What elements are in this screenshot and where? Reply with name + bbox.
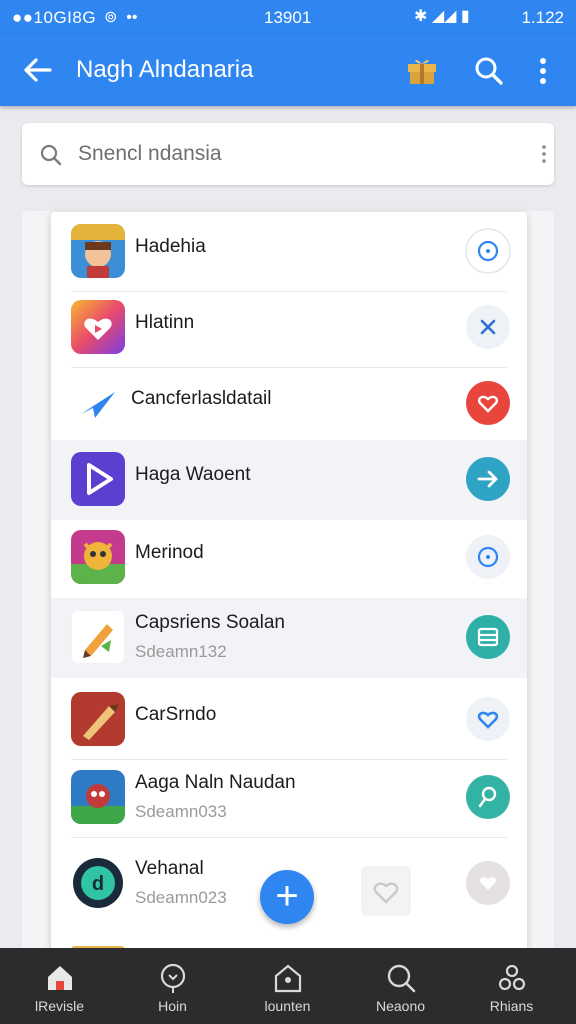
- app-subtitle: Sdeamn023: [135, 888, 227, 907]
- location-pin-icon: [160, 963, 186, 993]
- search-bar: [22, 123, 554, 185]
- heart-badge-icon[interactable]: [465, 380, 511, 426]
- people-icon: [498, 964, 526, 991]
- app-list: Hadehia Hlatinn Cancferlasldatail Haga W…: [51, 212, 527, 952]
- pin-icon[interactable]: [465, 774, 511, 820]
- tab-lounten[interactable]: lounten: [230, 948, 345, 1024]
- tab-label: Hoin: [158, 998, 187, 1014]
- status-circle-icon[interactable]: [465, 228, 511, 274]
- app-subtitle: Sdeamn132: [135, 642, 227, 661]
- app-bar: Nagh Alndanaria: [0, 34, 576, 106]
- status-battery-text: 1.122: [521, 8, 564, 27]
- app-name: Capsriens Soalan: [135, 612, 285, 633]
- tab-rhians[interactable]: Rhians: [454, 948, 569, 1024]
- app-name: Aaga Naln Naudan: [135, 772, 296, 793]
- list-item[interactable]: Aaga Naln Naudan Sdeamn033: [51, 758, 527, 838]
- close-icon[interactable]: [465, 304, 511, 350]
- status-left-text: ●●10GI8G: [12, 8, 97, 27]
- list-item[interactable]: Merinod: [51, 518, 527, 598]
- pen-icon: [71, 692, 125, 746]
- tab-neaono[interactable]: Neaono: [343, 948, 458, 1024]
- search-field-icon: [40, 144, 62, 166]
- app-name: Vehanal: [135, 858, 204, 879]
- heart-play-icon: [71, 300, 125, 354]
- search-options-icon[interactable]: [536, 141, 552, 167]
- home-icon: [48, 966, 72, 990]
- tab-label: lounten: [264, 998, 311, 1014]
- add-button[interactable]: +: [260, 870, 314, 924]
- game-hero-icon: [71, 770, 125, 824]
- pencil-tool-icon: [71, 610, 125, 664]
- play-triangle-icon: [71, 452, 125, 506]
- list-item[interactable]: Hlatinn: [51, 288, 527, 368]
- home-outline-icon: [274, 964, 302, 993]
- heart-outline-icon[interactable]: [465, 696, 511, 742]
- placeholder-heart-icon: [361, 866, 411, 916]
- list-icon[interactable]: [465, 614, 511, 660]
- game-character-icon: [71, 224, 125, 278]
- app-name: Merinod: [135, 542, 204, 563]
- bottom-nav: lRevisle Hoin lounten Neaono Rhians: [0, 948, 576, 1024]
- app-subtitle: Sdeamn033: [135, 802, 227, 821]
- tab-label: Neaono: [375, 998, 426, 1014]
- status-time: 13901: [264, 8, 312, 27]
- app-name: Hlatinn: [135, 312, 195, 333]
- arrow-right-icon[interactable]: [465, 456, 511, 502]
- page-title: Nagh Alndanaria: [76, 56, 254, 83]
- tab-hoin[interactable]: Hoin: [115, 948, 230, 1024]
- signal-icons: ✱ ◢◢ ▮: [414, 8, 470, 25]
- app-name: Cancferlasldatail: [131, 388, 272, 409]
- list-item[interactable]: CarSrndo: [51, 680, 527, 760]
- app-name: Haga Waoent: [135, 464, 251, 485]
- tab-label: Rhians: [489, 998, 534, 1014]
- back-arrow-icon[interactable]: [18, 50, 58, 90]
- search-input[interactable]: [76, 141, 500, 167]
- heart-circle-icon[interactable]: [465, 860, 511, 906]
- app-name: CarSrndo: [135, 704, 217, 725]
- tab-label: lRevisle: [34, 998, 84, 1014]
- more-vert-icon[interactable]: [528, 52, 558, 90]
- list-item[interactable]: Haga Waoent: [51, 440, 527, 520]
- list-item[interactable]: Hadehia: [51, 212, 527, 292]
- app-name: Hadehia: [135, 236, 206, 257]
- status-circle-icon[interactable]: [465, 534, 511, 580]
- circle-d-icon: d: [71, 856, 125, 910]
- search-icon: [387, 964, 416, 993]
- divider: [71, 837, 507, 838]
- notification-icons: ⊚ ••: [104, 9, 138, 26]
- gift-icon[interactable]: [405, 54, 439, 86]
- search-icon[interactable]: [470, 52, 508, 90]
- svg-text:d: d: [92, 873, 104, 895]
- game-monster-icon: [71, 530, 125, 584]
- status-bar: ●●10GI8G ⊚ •• 13901 ✱ ◢◢ ▮ 1.122: [0, 0, 576, 34]
- list-item[interactable]: Cancferlasldatail: [51, 364, 527, 444]
- list-item[interactable]: Capsriens Soalan Sdeamn132: [51, 598, 527, 678]
- tab-revisle[interactable]: lRevisle: [2, 948, 117, 1024]
- paper-plane-icon: [71, 376, 125, 430]
